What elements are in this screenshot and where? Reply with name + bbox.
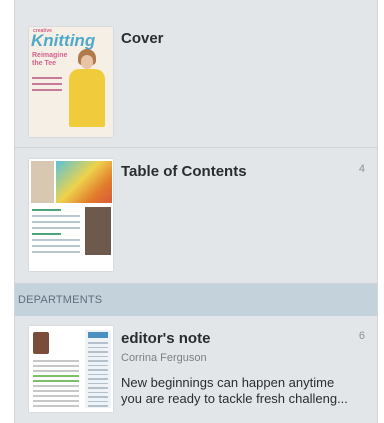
article-title: Cover — [121, 30, 164, 47]
excerpt-line-2: you are ready to tackle fresh challeng..… — [121, 391, 348, 406]
toc-thumbnail — [29, 159, 113, 271]
article-row-editors-note[interactable]: editor's note 6 Corrina Ferguson New beg… — [15, 316, 377, 423]
article-title: Table of Contents — [121, 163, 247, 180]
editors-note-thumbnail — [29, 326, 113, 412]
cover-model-image — [64, 49, 110, 134]
article-author: Corrina Ferguson — [121, 352, 207, 364]
article-title: editor's note — [121, 330, 211, 347]
toc-text-lines — [32, 209, 80, 257]
cover-thumbnail: creative Knitting Reimagine the Tee — [29, 27, 113, 137]
section-header-departments: DEPARTMENTS — [15, 284, 377, 316]
page-number: 4 — [358, 163, 365, 175]
editor-contents-column — [85, 330, 111, 408]
toc-photo-3 — [85, 207, 111, 255]
page-number: 6 — [358, 330, 365, 342]
cover-text-lines — [32, 77, 62, 95]
cover-masthead: Knitting — [31, 31, 96, 50]
excerpt-line-1: New beginnings can happen anytime — [121, 375, 335, 390]
article-row-table-of-contents[interactable]: Table of Contents 4 — [15, 148, 377, 284]
editor-text-lines — [33, 360, 79, 410]
toc-photo-2 — [56, 161, 112, 203]
editor-photo — [33, 332, 49, 354]
article-row-cover[interactable]: creative Knitting Reimagine the Tee Cove… — [15, 22, 377, 148]
toc-photo-1 — [31, 161, 54, 203]
article-excerpt: New beginnings can happen anytime you ar… — [121, 375, 371, 407]
article-list: creative Knitting Reimagine the Tee Cove… — [14, 0, 378, 423]
